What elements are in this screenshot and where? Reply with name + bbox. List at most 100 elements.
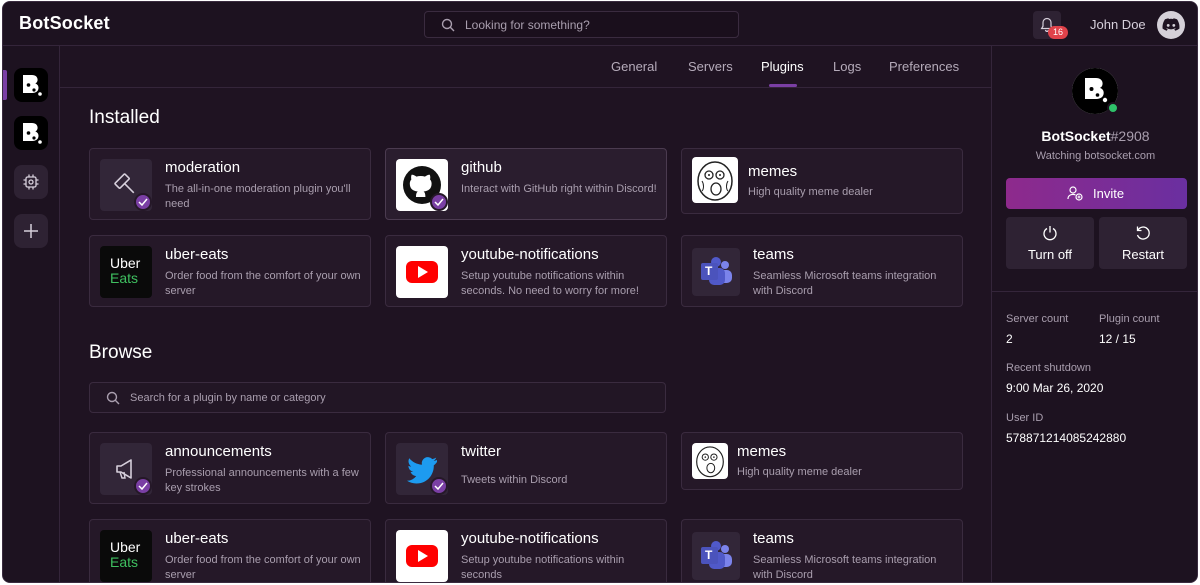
plugin-title: teams bbox=[753, 246, 794, 263]
plugin-description: Professional announcements with a few ke… bbox=[165, 467, 359, 494]
plugin-search-input[interactable] bbox=[130, 389, 650, 407]
rail-bot-botsocket-2[interactable] bbox=[14, 116, 48, 150]
teams-logo-letter: T bbox=[705, 548, 713, 562]
user-id-value[interactable]: 578871214085242880 bbox=[1006, 431, 1126, 445]
top-bar: BotSocket 16 John Doe bbox=[3, 2, 1197, 46]
user-id-label: User ID bbox=[1006, 412, 1044, 424]
installed-check-icon bbox=[430, 477, 448, 495]
plugin-description: Setup youtube notifications within secon… bbox=[461, 270, 639, 297]
plugin-title: github bbox=[461, 159, 502, 176]
active-indicator bbox=[3, 70, 7, 100]
plugin-title: memes bbox=[737, 443, 787, 460]
tab-plugins[interactable]: Plugins bbox=[761, 59, 804, 74]
active-tab-underline bbox=[769, 84, 797, 87]
bot-status: Watching botsocket.com bbox=[1035, 150, 1156, 162]
installed-check-icon bbox=[430, 193, 448, 211]
plugin-search[interactable] bbox=[89, 382, 666, 413]
installed-check-icon bbox=[134, 477, 152, 495]
restart-icon bbox=[1136, 226, 1150, 240]
bot-details-panel: BotSocket#2908 Watching botsocket.com In… bbox=[991, 46, 1197, 582]
plugin-description: Interact with GitHub right within Discor… bbox=[461, 183, 657, 195]
tab-logs[interactable]: Logs bbox=[833, 59, 861, 74]
plugin-card-twitter[interactable]: twitter Tweets within Discord bbox=[385, 432, 667, 504]
tab-general[interactable]: General bbox=[611, 59, 657, 74]
uber-eats-logo-text: Eats bbox=[110, 554, 139, 570]
teams-icon: T bbox=[692, 248, 740, 296]
bot-name-text: BotSocket bbox=[1041, 128, 1111, 144]
plugin-description: Setup youtube notifications within secon… bbox=[461, 554, 625, 581]
plugin-count-value: 12 / 15 bbox=[1099, 332, 1136, 346]
chip-icon bbox=[23, 174, 39, 190]
plugin-card-youtube-notifications[interactable]: youtube-notifications Setup youtube noti… bbox=[385, 235, 667, 307]
invite-button[interactable]: Invite bbox=[1006, 178, 1187, 209]
youtube-icon bbox=[396, 246, 448, 298]
plugin-description: Seamless Microsoft teams integration wit… bbox=[753, 554, 937, 581]
youtube-icon bbox=[396, 530, 448, 582]
uber-eats-logo-text: Uber bbox=[110, 255, 141, 271]
installed-heading: Installed bbox=[89, 107, 160, 128]
notification-count-badge: 16 bbox=[1048, 26, 1068, 39]
server-rail bbox=[3, 46, 60, 582]
plugin-card-teams-browse[interactable]: T teams Seamless Microsoft teams integra… bbox=[681, 519, 963, 582]
plugin-card-github[interactable]: github Interact with GitHub right within… bbox=[385, 148, 667, 220]
discord-icon bbox=[1162, 18, 1180, 31]
plugin-card-youtube-notifications-browse[interactable]: youtube-notifications Setup youtube noti… bbox=[385, 519, 667, 582]
plugin-title: moderation bbox=[165, 159, 241, 176]
user-name[interactable]: John Doe bbox=[1090, 17, 1146, 32]
tab-servers[interactable]: Servers bbox=[688, 59, 733, 74]
server-count-value: 2 bbox=[1006, 332, 1013, 346]
tab-bar: General Servers Plugins Logs Preferences bbox=[60, 46, 991, 88]
add-bot-button[interactable] bbox=[14, 214, 48, 248]
plugin-count-label: Plugin count bbox=[1099, 313, 1160, 325]
botsocket-logo-icon bbox=[23, 75, 42, 96]
plugin-card-memes-browse[interactable]: memes High quality meme dealer bbox=[681, 432, 963, 490]
plugin-card-uber-eats-browse[interactable]: Uber Eats uber-eats Order food from the … bbox=[89, 519, 371, 582]
search-input[interactable] bbox=[465, 16, 725, 34]
uber-eats-icon: Uber Eats bbox=[100, 530, 152, 582]
add-user-icon bbox=[1067, 186, 1083, 201]
global-search[interactable] bbox=[424, 11, 739, 38]
botsocket-logo-icon bbox=[23, 123, 42, 144]
recent-shutdown-label: Recent shutdown bbox=[1006, 362, 1091, 374]
meme-face-icon bbox=[692, 157, 738, 203]
plugin-card-memes[interactable]: memes High quality meme dealer bbox=[681, 148, 963, 214]
plugin-description: Order food from the comfort of your own … bbox=[165, 270, 361, 297]
browse-heading: Browse bbox=[89, 342, 153, 363]
installed-check-icon bbox=[134, 193, 152, 211]
plugin-title: uber-eats bbox=[165, 530, 229, 547]
tab-preferences[interactable]: Preferences bbox=[889, 59, 959, 74]
turn-off-button[interactable]: Turn off bbox=[1006, 217, 1094, 269]
online-status-dot bbox=[1107, 102, 1119, 114]
teams-logo-letter: T bbox=[705, 264, 713, 278]
bot-tag: #2908 bbox=[1110, 128, 1150, 144]
power-icon bbox=[1043, 226, 1057, 241]
user-avatar[interactable] bbox=[1157, 11, 1185, 39]
recent-shutdown-value: 9:00 Mar 26, 2020 bbox=[1006, 381, 1104, 395]
plus-icon bbox=[24, 224, 38, 238]
app-logo[interactable]: BotSocket bbox=[19, 13, 110, 34]
panel-divider bbox=[992, 291, 1197, 292]
plugin-card-moderation[interactable]: moderation The all-in-one moderation plu… bbox=[89, 148, 371, 220]
plugin-title: twitter bbox=[461, 443, 502, 460]
plugin-title: teams bbox=[753, 530, 794, 547]
uber-eats-icon: Uber Eats bbox=[100, 246, 152, 298]
rail-chip-button[interactable] bbox=[14, 165, 48, 199]
search-icon bbox=[441, 18, 455, 32]
rail-bot-botsocket-1[interactable] bbox=[14, 68, 48, 102]
uber-eats-logo-text: Eats bbox=[110, 270, 139, 286]
plugin-card-teams[interactable]: T teams Seamless Microsoft teams integra… bbox=[681, 235, 963, 307]
turn-off-label: Turn off bbox=[1027, 247, 1073, 262]
plugin-description: Seamless Microsoft teams integration wit… bbox=[753, 270, 937, 297]
plugin-description: High quality meme dealer bbox=[748, 186, 873, 198]
plugin-title: youtube-notifications bbox=[461, 246, 599, 263]
plugin-title: announcements bbox=[165, 443, 272, 460]
plugin-card-announcements[interactable]: announcements Professional announcements… bbox=[89, 432, 371, 504]
plugin-card-uber-eats[interactable]: Uber Eats uber-eats Order food from the … bbox=[89, 235, 371, 307]
plugin-title: youtube-notifications bbox=[461, 530, 599, 547]
plugin-description: High quality meme dealer bbox=[737, 466, 862, 478]
server-count-label: Server count bbox=[1006, 313, 1069, 325]
bot-name: BotSocket#2908 bbox=[992, 128, 1197, 144]
search-icon bbox=[106, 391, 120, 405]
plugin-description: Tweets within Discord bbox=[461, 474, 568, 486]
restart-button[interactable]: Restart bbox=[1099, 217, 1187, 269]
